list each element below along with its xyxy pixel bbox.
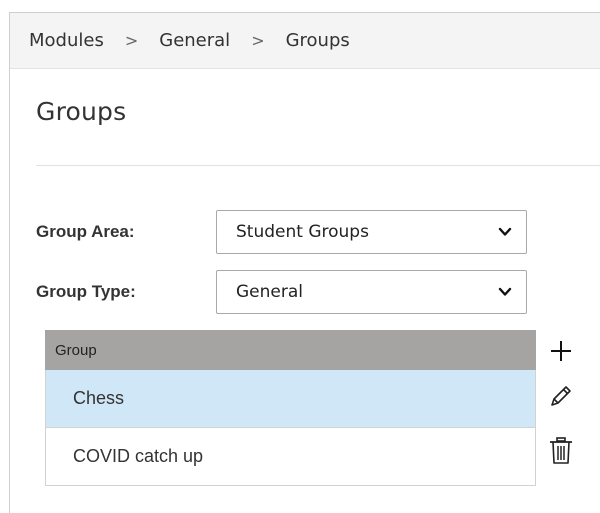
breadcrumb: Modules > General > Groups	[10, 13, 600, 69]
add-group-button[interactable]	[541, 331, 581, 371]
group-column-header[interactable]: Group	[45, 330, 536, 370]
chevron-down-icon	[498, 287, 512, 296]
table-row[interactable]: Chess	[45, 370, 536, 428]
group-table: Group Chess COVID catch up	[45, 330, 536, 486]
group-type-label: Group Type:	[36, 282, 136, 301]
group-type-select[interactable]: General	[216, 270, 527, 314]
group-name: COVID catch up	[73, 446, 204, 466]
group-area-label: Group Area:	[36, 222, 135, 241]
edit-group-button[interactable]	[541, 376, 581, 416]
breadcrumb-item-general[interactable]: General	[159, 30, 230, 51]
group-area-row: Group Area: Student Groups	[36, 210, 527, 254]
group-name: Chess	[73, 388, 125, 408]
trash-icon	[550, 437, 572, 464]
group-type-row: Group Type: General	[36, 270, 527, 314]
breadcrumb-separator: >	[251, 31, 265, 50]
breadcrumb-item-modules[interactable]: Modules	[29, 30, 104, 51]
group-type-value: General	[236, 282, 303, 302]
plus-icon	[551, 341, 571, 361]
group-area-value: Student Groups	[236, 222, 369, 242]
group-area-select[interactable]: Student Groups	[216, 210, 527, 254]
chevron-down-icon	[498, 227, 512, 236]
breadcrumb-item-groups: Groups	[285, 30, 350, 51]
title-divider	[36, 165, 600, 166]
breadcrumb-separator: >	[124, 31, 139, 50]
pencil-icon	[551, 386, 571, 406]
page-title: Groups	[36, 97, 127, 126]
delete-group-button[interactable]	[541, 431, 581, 471]
table-row[interactable]: COVID catch up	[45, 428, 536, 486]
main-panel: Modules > General > Groups Groups Group …	[9, 12, 600, 513]
